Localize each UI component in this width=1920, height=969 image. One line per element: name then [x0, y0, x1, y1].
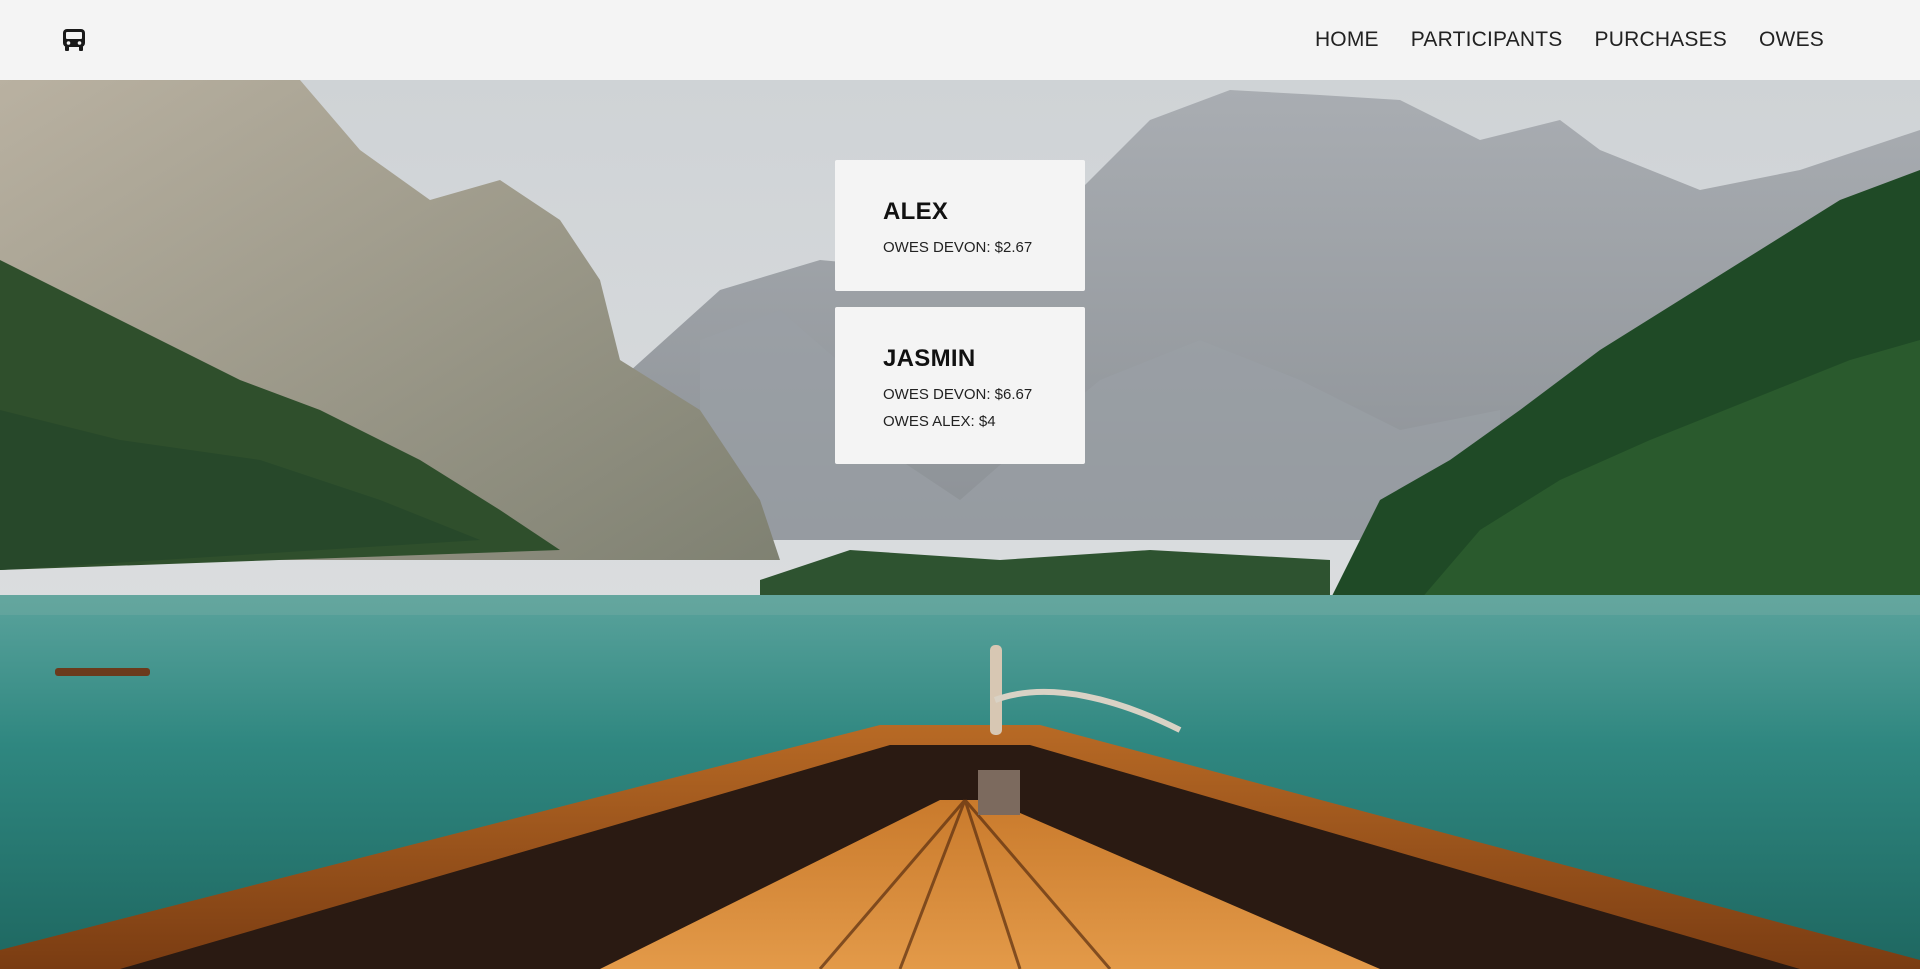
nav-participants-link[interactable]: PARTICIPANTS — [1411, 28, 1563, 52]
owes-card: JASMIN OWES DEVON: $6.67 OWES ALEX: $4 — [835, 307, 1085, 464]
nav-purchases-link[interactable]: PURCHASES — [1595, 28, 1728, 52]
bus-icon[interactable] — [62, 29, 86, 51]
owes-card: ALEX OWES DEVON: $2.67 — [835, 160, 1085, 291]
top-navbar: HOME PARTICIPANTS PURCHASES OWES — [0, 0, 1920, 80]
nav-owes-link[interactable]: OWES — [1759, 28, 1824, 52]
participant-name: ALEX — [883, 198, 949, 225]
nav-links: HOME PARTICIPANTS PURCHASES OWES — [1315, 0, 1824, 80]
participant-name: JASMIN — [883, 345, 976, 372]
nav-home-link[interactable]: HOME — [1315, 28, 1379, 52]
owes-line: OWES DEVON: $6.67 — [883, 386, 1033, 403]
owes-line: OWES ALEX: $4 — [883, 413, 996, 430]
owes-line: OWES DEVON: $2.67 — [883, 239, 1033, 256]
